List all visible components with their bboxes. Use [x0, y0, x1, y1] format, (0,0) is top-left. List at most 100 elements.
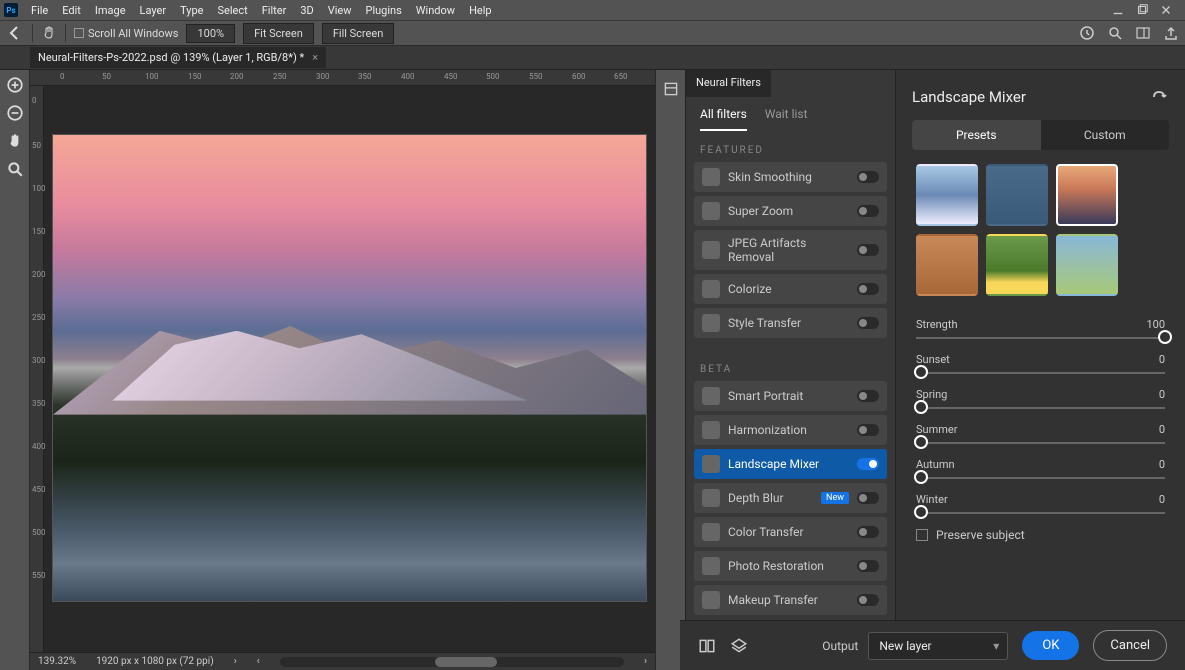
minimize-icon[interactable]: [1111, 3, 1125, 17]
toggle-super-zoom[interactable]: [857, 205, 879, 217]
menu-help[interactable]: Help: [462, 4, 499, 17]
document-tab[interactable]: Neural-Filters-Ps-2022.psd @ 139% (Layer…: [30, 47, 326, 68]
menu-layer[interactable]: Layer: [133, 4, 174, 17]
scroll-left-icon[interactable]: ‹: [257, 656, 260, 667]
canvas-viewport[interactable]: [44, 86, 655, 652]
filter-colorize[interactable]: Colorize: [694, 274, 887, 304]
status-chevron-icon[interactable]: ›: [234, 656, 237, 667]
menu-type[interactable]: Type: [173, 4, 210, 17]
restore-icon[interactable]: [1135, 3, 1149, 17]
preset-thumbnail[interactable]: [986, 164, 1048, 226]
toggle-jpeg-artifacts[interactable]: [857, 244, 879, 256]
filter-jpeg-artifacts[interactable]: JPEG Artifacts Removal: [694, 230, 887, 270]
ok-button[interactable]: OK: [1022, 631, 1079, 660]
slider-spring: Spring0: [916, 388, 1165, 409]
filter-thumb-icon: [702, 202, 720, 220]
toggle-style-transfer[interactable]: [857, 317, 879, 329]
filter-thumb-icon: [702, 387, 720, 405]
workspace-icon[interactable]: [1135, 25, 1151, 41]
zoom-tool[interactable]: [6, 160, 24, 178]
search-icon[interactable]: [1107, 25, 1123, 41]
toggle-makeup-transfer[interactable]: [857, 594, 879, 606]
menu-3d[interactable]: 3D: [293, 4, 320, 17]
menu-file[interactable]: File: [24, 4, 55, 17]
slider-track-summer[interactable]: [916, 442, 1165, 444]
toggle-photo-restoration[interactable]: [857, 560, 879, 572]
output-select[interactable]: New layer: [868, 632, 1008, 660]
preset-thumbnail[interactable]: [916, 164, 978, 226]
zoom-input[interactable]: 100%: [186, 24, 235, 43]
cancel-button[interactable]: Cancel: [1093, 630, 1167, 661]
filter-thumb-icon: [702, 280, 720, 298]
fit-screen-button[interactable]: Fit Screen: [243, 23, 314, 44]
menu-image[interactable]: Image: [88, 4, 133, 17]
slider-track-spring[interactable]: [916, 407, 1165, 409]
share-icon[interactable]: [1163, 25, 1179, 41]
filter-style-transfer[interactable]: Style Transfer: [694, 308, 887, 338]
toggle-landscape-mixer[interactable]: [857, 458, 879, 470]
hand-tool-icon[interactable]: [41, 25, 57, 41]
toggle-harmonization[interactable]: [857, 424, 879, 436]
close-icon[interactable]: [1159, 3, 1173, 17]
tab-presets[interactable]: Presets: [912, 120, 1041, 150]
horizontal-scrollbar[interactable]: [280, 657, 624, 667]
status-dimensions: 1920 px x 1080 px (72 ppi): [96, 656, 214, 667]
menu-filter[interactable]: Filter: [255, 4, 294, 17]
panel-dock-strip: [655, 70, 685, 670]
tab-close-icon[interactable]: ×: [312, 51, 318, 64]
filter-color-transfer[interactable]: Color Transfer: [694, 517, 887, 547]
cloud-sync-icon[interactable]: [1079, 25, 1095, 41]
slider-track-autumn[interactable]: [916, 477, 1165, 479]
menu-select[interactable]: Select: [210, 4, 254, 17]
slider-strength: Strength100: [916, 318, 1165, 339]
slider-track-sunset[interactable]: [916, 372, 1165, 374]
toggle-colorize[interactable]: [857, 283, 879, 295]
filter-depth-blur[interactable]: Depth BlurNew: [694, 483, 887, 513]
settings-title: Landscape Mixer: [912, 88, 1026, 106]
subtract-tool-icon[interactable]: [6, 104, 24, 122]
panel-tab-neural[interactable]: Neural Filters: [686, 70, 771, 97]
layers-icon[interactable]: [730, 637, 748, 655]
hand-tool[interactable]: [6, 132, 24, 150]
menu-plugins[interactable]: Plugins: [359, 4, 409, 17]
back-icon[interactable]: [6, 24, 24, 42]
filter-skin-smoothing[interactable]: Skin Smoothing: [694, 162, 887, 192]
panel-collapse-icon[interactable]: [662, 80, 680, 98]
filter-makeup-transfer[interactable]: Makeup Transfer: [694, 585, 887, 615]
filter-super-zoom[interactable]: Super Zoom: [694, 196, 887, 226]
filter-landscape-mixer[interactable]: Landscape Mixer: [694, 449, 887, 479]
toggle-color-transfer[interactable]: [857, 526, 879, 538]
tab-all-filters[interactable]: All filters: [700, 107, 747, 131]
preview-icon[interactable]: [698, 637, 716, 655]
reset-icon[interactable]: [1151, 89, 1169, 106]
section-beta: BETA: [686, 350, 895, 381]
tab-custom[interactable]: Custom: [1041, 120, 1170, 150]
filter-smart-portrait[interactable]: Smart Portrait: [694, 381, 887, 411]
slider-track-strength[interactable]: [916, 337, 1165, 339]
toggle-smart-portrait[interactable]: [857, 390, 879, 402]
toggle-skin-smoothing[interactable]: [857, 171, 879, 183]
preset-thumbnail[interactable]: [986, 234, 1048, 296]
filter-photo-restoration[interactable]: Photo Restoration: [694, 551, 887, 581]
menu-edit[interactable]: Edit: [55, 4, 88, 17]
preset-thumbnail[interactable]: [916, 234, 978, 296]
sliders-area: Strength100 Sunset0 Spring0 Summer0 Autu…: [896, 308, 1185, 670]
filter-harmonization[interactable]: Harmonization: [694, 415, 887, 445]
ruler-horizontal: 0 50 100 150 200 250 300 350 400 450 500…: [30, 70, 655, 86]
scroll-right-icon[interactable]: ›: [644, 656, 647, 667]
filter-thumb-icon: [702, 314, 720, 332]
preset-thumbnail[interactable]: [1056, 234, 1118, 296]
tab-wait-list[interactable]: Wait list: [765, 107, 808, 131]
preserve-subject-checkbox[interactable]: Preserve subject: [916, 528, 1165, 542]
toggle-depth-blur[interactable]: [857, 492, 879, 504]
slider-track-winter[interactable]: [916, 512, 1165, 514]
slider-summer: Summer0: [916, 423, 1165, 444]
filter-thumb-icon: [702, 455, 720, 473]
menu-window[interactable]: Window: [409, 4, 462, 17]
menu-view[interactable]: View: [321, 4, 359, 17]
preset-thumbnail-selected[interactable]: [1056, 164, 1118, 226]
fill-screen-button[interactable]: Fill Screen: [322, 23, 395, 44]
scroll-all-checkbox[interactable]: Scroll All Windows: [74, 27, 178, 40]
add-tool-icon[interactable]: [6, 76, 24, 94]
filter-thumb-icon: [702, 557, 720, 575]
